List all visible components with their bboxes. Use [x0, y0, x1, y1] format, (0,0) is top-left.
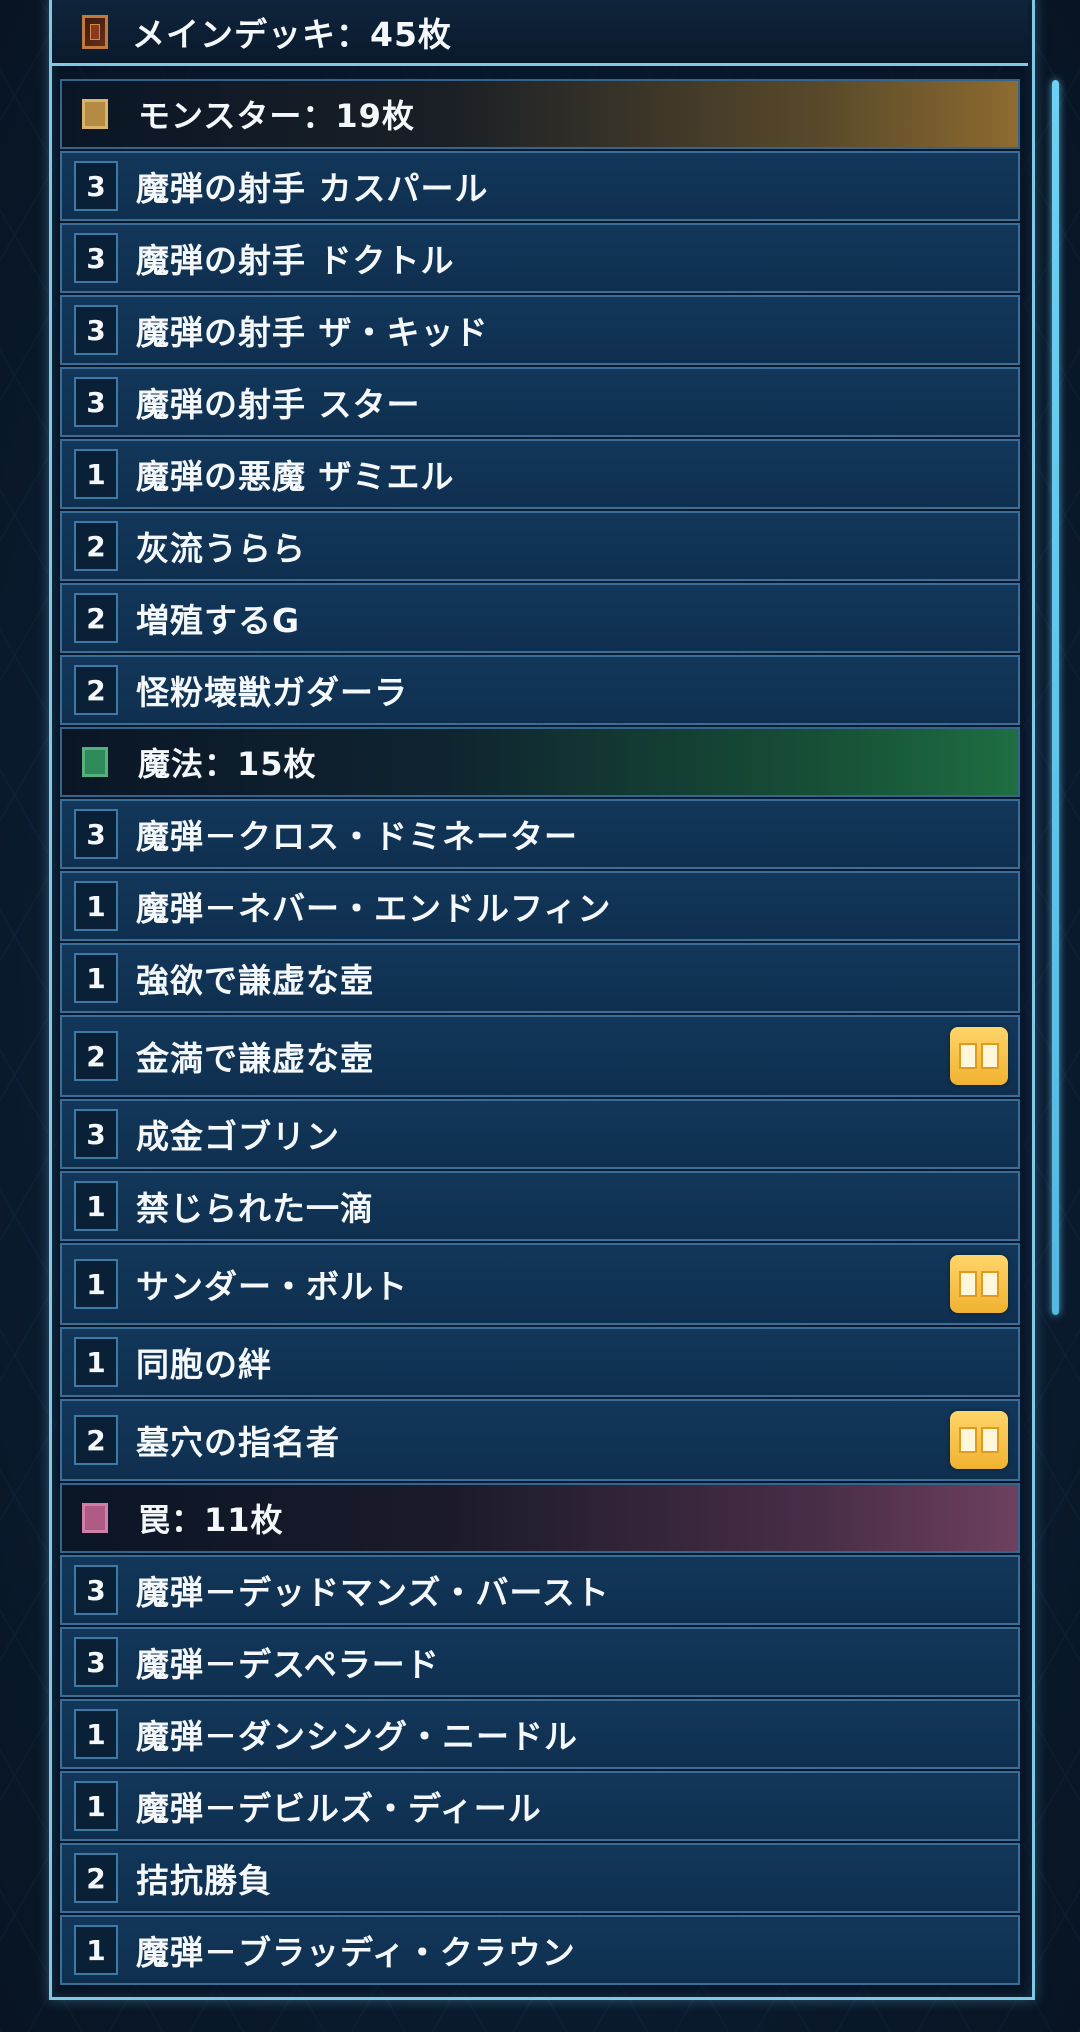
card-name: 強欲で謙虚な壺	[136, 961, 374, 1000]
card-name: 魔弾－ブラッディ・クラウン	[136, 1933, 576, 1972]
card-count: 2	[74, 1853, 118, 1903]
card-name: 増殖するG	[136, 601, 301, 640]
card-name: 禁じられた一滴	[136, 1189, 374, 1228]
card-name: 魔弾の悪魔 ザミエル	[136, 457, 455, 496]
card-name: 魔弾の射手 ドクトル	[136, 241, 455, 280]
card-name: 魔弾－デッドマンズ・バースト	[136, 1573, 610, 1612]
card-name: 墓穴の指名者	[136, 1423, 340, 1462]
card-count: 3	[74, 1637, 118, 1687]
section-label: 罠：11枚	[138, 1501, 284, 1539]
card-name: 同胞の絆	[136, 1345, 272, 1384]
card-row[interactable]: 1 魔弾－ネバー・エンドルフィン	[60, 871, 1020, 941]
card-row[interactable]: 1 魔弾－デビルズ・ディール	[60, 1771, 1020, 1841]
card-count: 3	[74, 809, 118, 859]
card-count: 3	[74, 1565, 118, 1615]
card-count: 1	[74, 1925, 118, 1975]
card-row[interactable]: 1 強欲で謙虚な壺	[60, 943, 1020, 1013]
scrollbar[interactable]	[1052, 80, 1059, 1315]
card-count: 1	[74, 1181, 118, 1231]
card-count: 2	[74, 521, 118, 571]
section-header-trap: 罠：11枚	[60, 1483, 1020, 1553]
card-row[interactable]: 1 同胞の絆	[60, 1327, 1020, 1397]
card-name: サンダー・ボルト	[136, 1267, 408, 1306]
card-name: 怪粉壊獣ガダーラ	[136, 673, 408, 712]
card-row[interactable]: 3 魔弾－デッドマンズ・バースト	[60, 1555, 1020, 1625]
card-count: 2	[74, 1415, 118, 1465]
card-count: 2	[74, 593, 118, 643]
card-name: 魔弾－クロス・ドミネーター	[136, 817, 578, 856]
card-count: 3	[74, 1109, 118, 1159]
card-count: 1	[74, 1781, 118, 1831]
card-row[interactable]: 3 魔弾の射手 スター	[60, 367, 1020, 437]
deck-list: モンスター：19枚 3 魔弾の射手 カスパール 3 魔弾の射手 ドクトル 3 魔…	[60, 79, 1020, 1987]
card-row[interactable]: 2 拮抗勝負	[60, 1843, 1020, 1913]
card-row[interactable]: 1 魔弾の悪魔 ザミエル	[60, 439, 1020, 509]
card-count: 3	[74, 161, 118, 211]
card-name: 金満で謙虚な壺	[136, 1039, 374, 1078]
card-count: 1	[74, 881, 118, 931]
card-count: 3	[74, 233, 118, 283]
card-count: 3	[74, 305, 118, 355]
card-count: 1	[74, 1259, 118, 1309]
card-row[interactable]: 1 魔弾－ダンシング・ニードル	[60, 1699, 1020, 1769]
deck-card-icon	[82, 14, 108, 49]
book-icon[interactable]	[950, 1027, 1008, 1085]
main-deck-header: メインデッキ：45枚	[52, 0, 1028, 66]
card-row[interactable]: 3 魔弾－クロス・ドミネーター	[60, 799, 1020, 869]
card-name: 魔弾の射手 ザ・キッド	[136, 313, 489, 352]
card-name: 拮抗勝負	[136, 1861, 272, 1900]
card-row[interactable]: 3 魔弾の射手 ザ・キッド	[60, 295, 1020, 365]
book-icon[interactable]	[950, 1411, 1008, 1469]
card-row[interactable]: 2 灰流うらら	[60, 511, 1020, 581]
card-count: 2	[74, 665, 118, 715]
card-name: 魔弾－デスペラード	[136, 1645, 440, 1684]
card-count: 1	[74, 1337, 118, 1387]
card-name: 灰流うらら	[136, 529, 306, 568]
card-row[interactable]: 3 魔弾の射手 ドクトル	[60, 223, 1020, 293]
card-row[interactable]: 2 金満で謙虚な壺	[60, 1015, 1020, 1097]
card-name: 魔弾－デビルズ・ディール	[136, 1789, 542, 1828]
section-header-monster: モンスター：19枚	[60, 79, 1020, 149]
card-row[interactable]: 1 魔弾－ブラッディ・クラウン	[60, 1915, 1020, 1985]
trap-category-icon	[82, 1503, 108, 1533]
card-name: 魔弾－ネバー・エンドルフィン	[136, 889, 612, 928]
card-row[interactable]: 2 墓穴の指名者	[60, 1399, 1020, 1481]
main-deck-title: メインデッキ：45枚	[132, 14, 452, 54]
book-icon[interactable]	[950, 1255, 1008, 1313]
card-row[interactable]: 1 サンダー・ボルト	[60, 1243, 1020, 1325]
card-name: 成金ゴブリン	[136, 1117, 340, 1156]
card-row[interactable]: 3 魔弾の射手 カスパール	[60, 151, 1020, 221]
card-row[interactable]: 3 魔弾－デスペラード	[60, 1627, 1020, 1697]
section-label: 魔法：15枚	[138, 745, 317, 783]
spell-category-icon	[82, 747, 108, 777]
section-label: モンスター：19枚	[138, 97, 415, 135]
card-name: 魔弾－ダンシング・ニードル	[136, 1717, 578, 1756]
card-count: 1	[74, 953, 118, 1003]
card-row[interactable]: 2 増殖するG	[60, 583, 1020, 653]
card-name: 魔弾の射手 スター	[136, 385, 421, 424]
section-header-spell: 魔法：15枚	[60, 727, 1020, 797]
card-count: 1	[74, 1709, 118, 1759]
card-row[interactable]: 2 怪粉壊獣ガダーラ	[60, 655, 1020, 725]
monster-category-icon	[82, 99, 108, 129]
card-count: 2	[74, 1031, 118, 1081]
card-count: 3	[74, 377, 118, 427]
card-row[interactable]: 3 成金ゴブリン	[60, 1099, 1020, 1169]
card-row[interactable]: 1 禁じられた一滴	[60, 1171, 1020, 1241]
card-name: 魔弾の射手 カスパール	[136, 169, 489, 208]
card-count: 1	[74, 449, 118, 499]
